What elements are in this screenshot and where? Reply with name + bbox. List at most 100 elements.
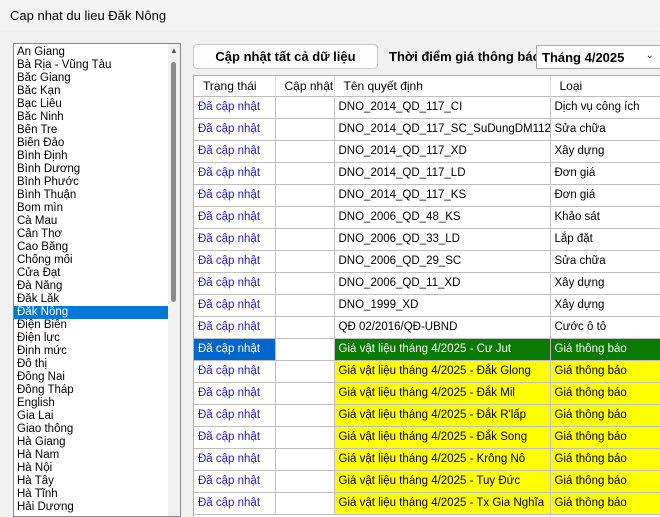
- province-item[interactable]: Bình Phước: [14, 176, 169, 189]
- province-item[interactable]: Gia Lai: [14, 410, 169, 423]
- table-row[interactable]: Đã cập nhật Giá vật liệu tháng 4/2025 - T…: [194, 470, 660, 493]
- table-row[interactable]: Đã cập nhật DNO_2006_QD_48_KS Khảo sát: [194, 206, 660, 229]
- chevron-up-icon[interactable]: ▲: [168, 44, 180, 58]
- update-cell[interactable]: [275, 294, 335, 317]
- column-header-status[interactable]: Trạng thái: [194, 76, 276, 97]
- update-cell[interactable]: [275, 206, 335, 229]
- update-cell[interactable]: [275, 492, 335, 515]
- update-cell[interactable]: [275, 162, 335, 185]
- update-cell[interactable]: [275, 250, 335, 273]
- province-item[interactable]: Cao Bằng: [14, 241, 169, 254]
- update-cell[interactable]: [275, 338, 335, 361]
- decision-grid[interactable]: Trạng thái Cập nhật Tên quyết định Loại …: [193, 75, 660, 517]
- province-item[interactable]: Hà Nội: [14, 462, 169, 475]
- province-item[interactable]: Bình Thuận: [14, 189, 169, 202]
- table-row[interactable]: Đã cập nhật Giá vật liệu tháng 4/2025 - Đ…: [194, 404, 660, 427]
- month-select[interactable]: Tháng 4/2025 ⌄: [536, 45, 660, 69]
- type-cell: Xây dựng: [550, 294, 660, 317]
- province-item[interactable]: Hà Tây: [14, 475, 169, 488]
- type-cell: Xây dựng: [550, 140, 660, 163]
- table-row[interactable]: Đã cập nhật Giá vật liệu tháng 4/2025 - C…: [194, 338, 660, 361]
- scrollbar-thumb[interactable]: [171, 62, 176, 302]
- column-header-decision-name[interactable]: Tên quyết định: [334, 76, 551, 97]
- province-item[interactable]: Bạc Liêu: [14, 98, 169, 111]
- table-row[interactable]: Đã cập nhật Giá vật liệu tháng 4/2025 - Đ…: [194, 382, 660, 405]
- type-cell: Sửa chữa: [550, 250, 660, 273]
- decision-name-cell: Giá vật liệu tháng 4/2025 - Đắk Song: [334, 426, 551, 449]
- table-row[interactable]: Đã cập nhật DNO_2014_QD_117_LD Đơn giá: [194, 162, 660, 185]
- province-item[interactable]: Bình Định: [14, 150, 169, 163]
- update-cell[interactable]: [275, 360, 335, 383]
- update-all-button[interactable]: Cập nhật tất cả dữ liệu: [193, 44, 378, 69]
- province-item[interactable]: Định mức: [14, 345, 169, 358]
- status-cell: Đã cập nhật: [194, 162, 276, 185]
- province-item[interactable]: Bà Rịa - Vũng Tàu: [14, 59, 169, 72]
- province-item[interactable]: Đắk Lắk: [14, 293, 169, 306]
- update-cell[interactable]: [275, 228, 335, 251]
- chevron-down-icon[interactable]: ⌄: [646, 50, 654, 61]
- update-cell[interactable]: [275, 184, 335, 207]
- decision-name-cell: DNO_2006_QD_29_SC: [334, 250, 551, 273]
- decision-name-cell: Giá vật liệu tháng 4/2025 - Tuy Đức: [334, 470, 551, 493]
- table-row[interactable]: Đã cập nhật Giá vật liệu tháng 4/2025 - Đ…: [194, 426, 660, 449]
- province-item[interactable]: Điện lực: [14, 332, 169, 345]
- update-cell[interactable]: [275, 426, 335, 449]
- status-cell: Đã cập nhật: [194, 316, 276, 339]
- update-cell[interactable]: [275, 470, 335, 493]
- table-row[interactable]: Đã cập nhật DNO_2014_QD_117_SC_SuDungDM11…: [194, 118, 660, 141]
- province-item[interactable]: Cửa Đạt: [14, 267, 169, 280]
- province-item[interactable]: Bắc Kạn: [14, 85, 169, 98]
- province-item[interactable]: Đô thị: [14, 358, 169, 371]
- province-item[interactable]: Hà Tĩnh: [14, 488, 169, 501]
- update-cell[interactable]: [275, 118, 335, 141]
- province-item[interactable]: Chống mối: [14, 254, 169, 267]
- province-item[interactable]: Điện Biên: [14, 319, 169, 332]
- table-row[interactable]: Đã cập nhật DNO_2014_QD_117_CI Dịch vụ côn…: [194, 96, 660, 119]
- province-item[interactable]: English: [14, 397, 169, 410]
- table-row[interactable]: Đã cập nhật DNO_2006_QD_29_SC Sửa chữa: [194, 250, 660, 273]
- province-item[interactable]: Hà Giang: [14, 436, 169, 449]
- type-cell: Xây dựng: [550, 272, 660, 295]
- province-item[interactable]: Đà Nẵng: [14, 280, 169, 293]
- status-cell: Đã cập nhật: [194, 118, 276, 141]
- type-cell: Giá thông báo: [550, 382, 660, 405]
- province-item[interactable]: Bắc Giang: [14, 72, 169, 85]
- province-item[interactable]: Bắc Ninh: [14, 111, 169, 124]
- province-item[interactable]: Bình Dương: [14, 163, 169, 176]
- table-row[interactable]: Đã cập nhật Giá vật liệu tháng 4/2025 - K…: [194, 448, 660, 471]
- province-item[interactable]: Giao thông: [14, 423, 169, 436]
- table-row[interactable]: Đã cập nhật QĐ 02/2016/QĐ-UBND Cước ô tô: [194, 316, 660, 339]
- province-item[interactable]: Hà Nam: [14, 449, 169, 462]
- type-cell: Giá thông báo: [550, 338, 660, 361]
- province-list-scrollbar[interactable]: ▲: [168, 44, 180, 516]
- update-cell[interactable]: [275, 448, 335, 471]
- month-select-value: Tháng 4/2025: [542, 50, 625, 65]
- update-cell[interactable]: [275, 404, 335, 427]
- province-item[interactable]: Bến Tre: [14, 124, 169, 137]
- province-list[interactable]: An Giang Bà Rịa - Vũng Tàu Bắc Giang Bắc Kạ…: [13, 43, 181, 517]
- column-header-update[interactable]: Cập nhật: [275, 76, 335, 97]
- update-cell[interactable]: [275, 140, 335, 163]
- province-item[interactable]: Cần Thơ: [14, 228, 169, 241]
- province-item[interactable]: Đắk Nông: [14, 306, 169, 319]
- table-row[interactable]: Đã cập nhật DNO_2014_QD_117_XD Xây dựng: [194, 140, 660, 163]
- province-item[interactable]: Cà Mau: [14, 215, 169, 228]
- update-cell[interactable]: [275, 382, 335, 405]
- table-row[interactable]: Đã cập nhật DNO_2006_QD_11_XD Xây dựng: [194, 272, 660, 295]
- column-header-type[interactable]: Loại: [550, 76, 660, 97]
- table-row[interactable]: Đã cập nhật DNO_2014_QD_117_KS Đơn giá: [194, 184, 660, 207]
- update-cell[interactable]: [275, 272, 335, 295]
- update-cell[interactable]: [275, 96, 335, 119]
- province-item[interactable]: An Giang: [14, 46, 169, 59]
- table-row[interactable]: Đã cập nhật DNO_1999_XD Xây dựng: [194, 294, 660, 317]
- province-item[interactable]: Biển Đảo: [14, 137, 169, 150]
- province-item[interactable]: Đồng Nai: [14, 371, 169, 384]
- province-item[interactable]: Hải Dương: [14, 501, 169, 514]
- table-row[interactable]: Đã cập nhật DNO_2006_QD_33_LD Lắp đặt: [194, 228, 660, 251]
- update-cell[interactable]: [275, 316, 335, 339]
- province-item[interactable]: Bom mìn: [14, 202, 169, 215]
- province-item[interactable]: Đồng Tháp: [14, 384, 169, 397]
- table-row[interactable]: Đã cập nhật Giá vật liệu tháng 4/2025 - T…: [194, 492, 660, 515]
- table-row[interactable]: Đã cập nhật Giá vật liệu tháng 4/2025 - Đ…: [194, 360, 660, 383]
- window-title: Cap nhat du lieu Đăk Nông: [0, 0, 660, 30]
